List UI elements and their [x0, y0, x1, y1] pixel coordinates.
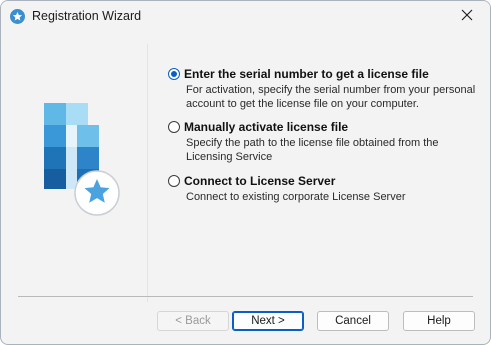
manual-activation-radio[interactable]	[168, 121, 180, 133]
registration-wizard-window: Registration Wizard Enter the serial num…	[0, 0, 491, 345]
option-description: Specify the path to the license file obt…	[186, 137, 439, 163]
back-button[interactable]: < Back	[157, 311, 229, 331]
window-title: Registration Wizard	[32, 9, 142, 23]
star-badge-icon	[10, 9, 25, 24]
option-label: Manually activate license file	[184, 120, 349, 134]
cancel-button[interactable]: Cancel	[317, 311, 389, 331]
option-description: Connect to existing corporate License Se…	[186, 191, 406, 203]
option-description: For activation, specify the serial numbe…	[186, 84, 476, 110]
option-label: Connect to License Server	[184, 174, 336, 188]
license-server-radio[interactable]	[168, 175, 180, 187]
close-button[interactable]	[444, 1, 490, 32]
horizontal-divider	[18, 296, 473, 297]
close-icon	[461, 9, 473, 24]
title-bar: Registration Wizard	[1, 1, 490, 32]
serial-number-radio[interactable]	[168, 68, 180, 80]
wizard-content: Enter the serial number to get a license…	[1, 32, 490, 344]
help-button[interactable]: Help	[403, 311, 475, 331]
option-label: Enter the serial number to get a license…	[184, 67, 429, 81]
next-button[interactable]: Next >	[232, 311, 304, 331]
license-star-logo	[41, 103, 123, 221]
vertical-divider	[147, 44, 148, 302]
